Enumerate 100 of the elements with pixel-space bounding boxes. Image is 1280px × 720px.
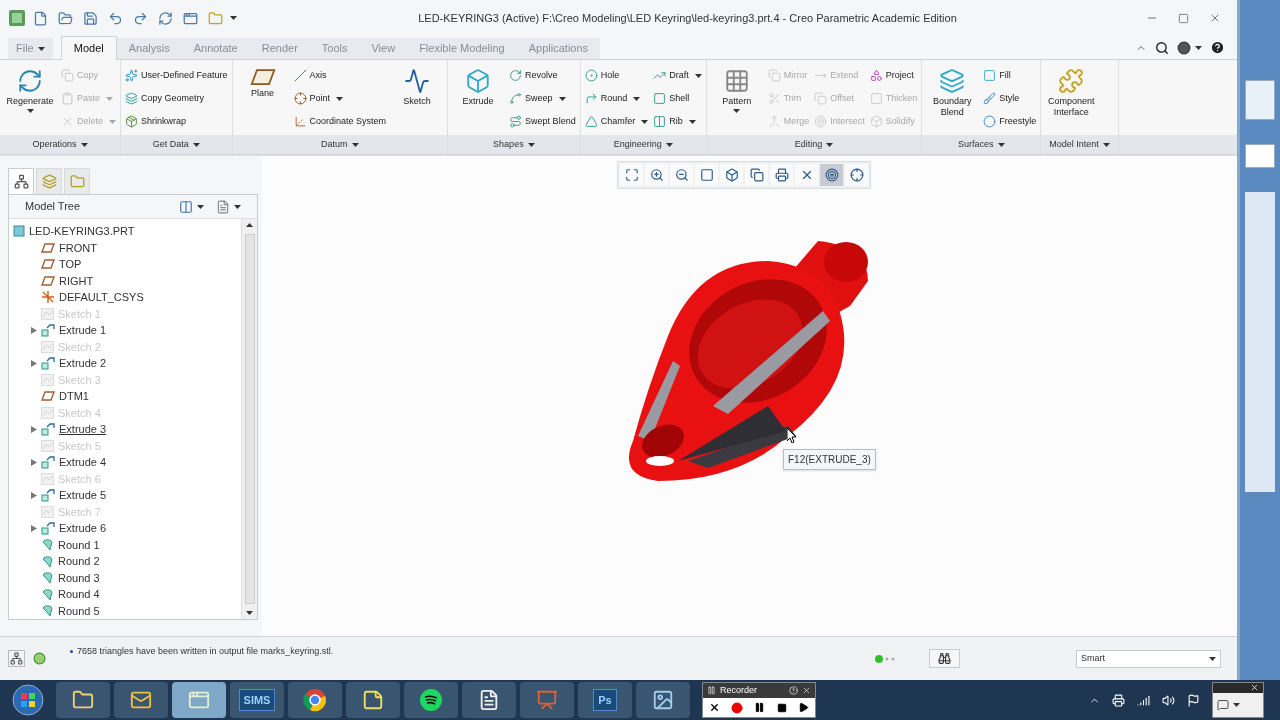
ribbon-button[interactable]: Shell (652, 87, 703, 110)
ribbon-button[interactable]: Revolve (508, 64, 577, 87)
tree-item[interactable]: Extrude 2 (59, 355, 107, 372)
tree-item[interactable]: DEFAULT_CSYS (59, 289, 144, 306)
copy-button[interactable] (745, 164, 768, 186)
music-button[interactable] (404, 682, 458, 718)
crosshair-button[interactable] (845, 164, 868, 186)
tree-item[interactable]: RIGHT (59, 272, 94, 289)
tree-item[interactable]: Extrude 1 (59, 322, 107, 339)
close-icon[interactable] (802, 686, 811, 695)
tree-item[interactable]: Extrude 5 (59, 487, 107, 504)
ribbon-button[interactable]: Extrude (451, 64, 506, 134)
expand-arrow-icon[interactable] (31, 491, 37, 499)
taskbar-app[interactable]: SIMS (230, 682, 284, 718)
flag-icon[interactable] (1187, 693, 1200, 707)
ribbon-button[interactable]: Axis (292, 64, 388, 87)
round-icon (41, 587, 54, 601)
group-label[interactable]: Operations (0, 135, 120, 154)
tree-item[interactable]: LED-KEYRING3.PRT (29, 223, 135, 240)
expand-arrow-icon[interactable] (31, 425, 37, 433)
scroll-down-icon[interactable] (246, 611, 253, 615)
printer-button[interactable] (770, 164, 793, 186)
ribbon-button[interactable]: Plane (235, 64, 290, 134)
group-label[interactable]: Engineering (580, 135, 706, 154)
expand-arrow-icon[interactable] (31, 326, 37, 334)
find-button[interactable] (929, 649, 960, 668)
cancel-button[interactable] (708, 702, 720, 713)
browser-button[interactable] (288, 682, 342, 718)
notes-button[interactable] (346, 682, 400, 718)
ribbon-button[interactable]: Swept Blend (508, 110, 577, 133)
tree-item[interactable]: Round 2 (58, 553, 100, 570)
group-label[interactable]: Model Intent (1041, 135, 1118, 154)
expand-arrow-icon[interactable] (31, 524, 37, 532)
ribbon-button[interactable]: Rib (652, 110, 703, 133)
ribbon-button[interactable]: Boundary Blend (925, 64, 980, 134)
folder-button[interactable] (56, 682, 110, 718)
ribbon-button[interactable]: Project (868, 64, 919, 87)
ribbon-button[interactable]: Freestyle (982, 110, 1038, 133)
tree-item[interactable]: Round 1 (58, 536, 100, 553)
ribbon-tab[interactable]: Model (60, 36, 117, 60)
signal-icon[interactable] (1137, 693, 1150, 707)
ribbon-button[interactable]: User-Defined Feature (124, 64, 229, 87)
group-label[interactable]: Surfaces (922, 135, 1041, 154)
expand-arrow-icon[interactable] (31, 458, 37, 466)
zoom-in-button[interactable] (645, 164, 668, 186)
ribbon-button[interactable]: Pattern (709, 64, 764, 134)
ribbon-button[interactable]: Component Interface (1044, 64, 1099, 134)
tree-item[interactable]: Extrude 4 (59, 454, 107, 471)
ribbon-button[interactable]: Fill (982, 64, 1038, 87)
settings-button[interactable] (179, 199, 204, 214)
scrollbar-thumb[interactable] (244, 234, 255, 604)
group-label[interactable]: Shapes (448, 135, 580, 154)
square-button[interactable] (695, 164, 718, 186)
fit-button[interactable] (620, 164, 643, 186)
sketch-icon (41, 340, 54, 353)
play-button[interactable] (798, 702, 810, 713)
group-label[interactable]: Datum (232, 135, 448, 154)
tree-tab[interactable] (8, 168, 34, 194)
target-button[interactable] (820, 164, 843, 186)
ribbon-button[interactable]: Sweep (508, 87, 577, 110)
ribbon-button[interactable]: Chamfer (583, 110, 650, 133)
group-label[interactable]: Get Data (121, 135, 232, 154)
ribbon-button[interactable]: Hole (583, 64, 650, 87)
ribbon-button[interactable]: Draft (652, 64, 703, 87)
ribbon-button[interactable]: Coordinate System (292, 110, 388, 133)
ribbon-button[interactable]: Round (583, 87, 650, 110)
mail-button[interactable] (114, 682, 168, 718)
group-label[interactable]: Editing (706, 135, 922, 154)
taskbar-app[interactable]: Ps (578, 682, 632, 718)
ribbon-button[interactable]: Copy Geometry (124, 87, 229, 110)
printer-icon[interactable] (1112, 693, 1125, 707)
document-button[interactable] (462, 682, 516, 718)
ribbon-button[interactable]: Shrinkwrap (124, 110, 229, 133)
expand-arrow-icon[interactable] (31, 359, 37, 367)
tree-item[interactable]: Extrude 3 (59, 421, 107, 438)
ribbon-button[interactable]: Point (292, 87, 388, 110)
cube-button[interactable] (720, 164, 743, 186)
ribbon-button[interactable]: Style (982, 87, 1038, 110)
tree-item[interactable]: Round 3 (58, 569, 100, 586)
filter-dropdown[interactable]: Smart (1076, 649, 1221, 668)
ribbon-button[interactable]: Regenerate (3, 64, 57, 134)
pause-button[interactable] (754, 702, 766, 713)
tree-item[interactable]: Round 4 (58, 586, 100, 603)
help-icon[interactable] (789, 686, 798, 695)
volume-icon[interactable] (1162, 693, 1175, 707)
tree-item[interactable]: TOP (59, 256, 82, 273)
photos-button[interactable] (636, 682, 690, 718)
tree-item[interactable]: Extrude 6 (59, 520, 107, 537)
tree-item[interactable]: DTM1 (59, 388, 89, 405)
record-button[interactable] (731, 701, 744, 714)
tree-toggle-button[interactable] (8, 650, 25, 667)
ribbon-button[interactable]: Sketch (390, 64, 445, 134)
stop-button[interactable] (776, 702, 787, 713)
help-button[interactable] (1210, 40, 1225, 55)
tree-item[interactable]: FRONT (59, 239, 97, 256)
search-button[interactable] (1155, 40, 1169, 55)
show-button[interactable] (216, 199, 241, 214)
tree-item[interactable]: Round 5 (58, 602, 100, 619)
scroll-up-icon[interactable] (246, 223, 253, 227)
zoom-out-button[interactable] (670, 164, 693, 186)
